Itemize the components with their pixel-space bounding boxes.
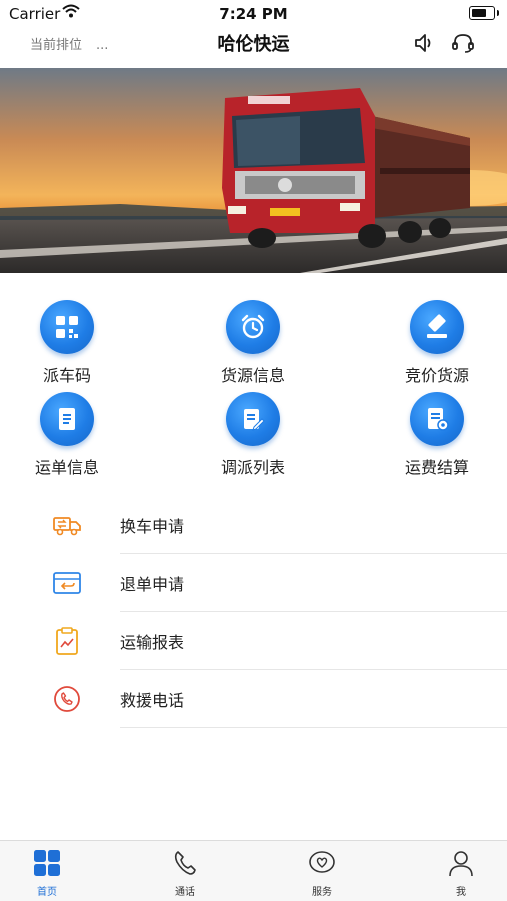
battery-icon bbox=[469, 6, 499, 20]
list-item-transport-report[interactable]: 运输报表 bbox=[0, 612, 507, 670]
tab-home[interactable]: 首页 bbox=[7, 849, 87, 898]
banner-image[interactable] bbox=[0, 68, 507, 273]
tab-bar: 首页 通话 服务 我 bbox=[0, 840, 507, 901]
list-item-rescue-phone[interactable]: 救援电话 bbox=[0, 670, 507, 728]
nav-bar: 当前排位... 哈伦快运 bbox=[0, 28, 507, 68]
status-bar: Carrier 7:24 PM bbox=[0, 0, 507, 28]
grid-label: 运费结算 bbox=[404, 458, 469, 477]
gavel-icon bbox=[410, 300, 464, 354]
tab-label: 首页 bbox=[37, 887, 57, 898]
person-icon bbox=[449, 851, 473, 877]
grid-label: 派车码 bbox=[42, 366, 91, 385]
grid-label: 货源信息 bbox=[220, 366, 285, 385]
tab-label: 服务 bbox=[312, 887, 332, 898]
grid-item-dispatch-list[interactable]: 调派列表 bbox=[188, 392, 318, 478]
truck-swap-icon bbox=[53, 517, 81, 536]
divider bbox=[120, 727, 507, 728]
edit-list-icon bbox=[226, 392, 280, 446]
tab-me[interactable]: 我 bbox=[421, 849, 501, 898]
headset-icon[interactable] bbox=[451, 32, 475, 54]
list-item-label: 换车申请 bbox=[120, 517, 185, 536]
clock: 7:24 PM bbox=[219, 5, 288, 23]
qr-code-icon bbox=[40, 300, 94, 354]
list-item-label: 救援电话 bbox=[120, 691, 185, 710]
list-item-label: 退单申请 bbox=[120, 575, 185, 594]
grid-label: 调派列表 bbox=[220, 458, 285, 477]
list-item-label: 运输报表 bbox=[120, 633, 185, 652]
list-item-return-order[interactable]: 退单申请 bbox=[0, 554, 507, 612]
settlement-icon bbox=[410, 392, 464, 446]
home-grid-icon bbox=[34, 850, 60, 876]
list-item-change-vehicle[interactable]: 换车申请 bbox=[0, 496, 507, 554]
tab-label: 通话 bbox=[175, 887, 195, 898]
report-clipboard-icon bbox=[56, 627, 78, 655]
grid-label: 竞价货源 bbox=[404, 366, 469, 385]
grid-item-cargo-info[interactable]: 货源信息 bbox=[188, 300, 318, 386]
heart-chat-icon bbox=[309, 851, 335, 873]
tab-calls[interactable]: 通话 bbox=[145, 849, 225, 898]
phone-icon bbox=[174, 851, 196, 875]
truck-banner-illustration bbox=[0, 68, 507, 273]
tab-services[interactable]: 服务 bbox=[282, 849, 362, 898]
speaker-icon[interactable] bbox=[413, 32, 435, 54]
grid-item-freight-settlement[interactable]: 运费结算 bbox=[372, 392, 502, 478]
tab-label: 我 bbox=[456, 887, 466, 898]
phone-icon bbox=[54, 686, 80, 712]
grid-label: 运单信息 bbox=[34, 458, 99, 477]
return-order-icon bbox=[53, 572, 81, 594]
document-icon bbox=[40, 392, 94, 446]
grid-item-bidding-cargo[interactable]: 竞价货源 bbox=[372, 300, 502, 386]
alarm-clock-icon bbox=[226, 300, 280, 354]
grid-item-dispatch-code[interactable]: 派车码 bbox=[2, 300, 132, 386]
grid-item-waybill-info[interactable]: 运单信息 bbox=[2, 392, 132, 478]
